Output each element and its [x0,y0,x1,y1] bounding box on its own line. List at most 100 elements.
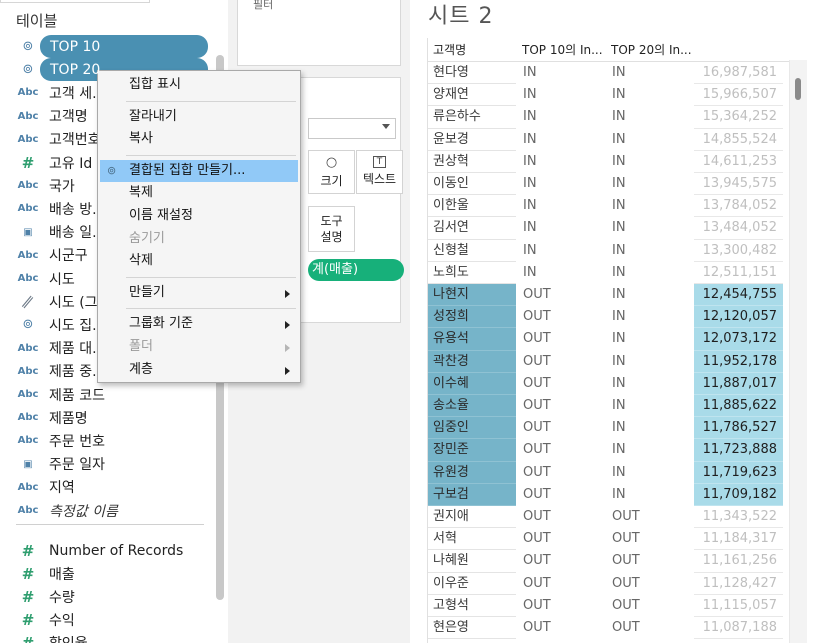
sales-value-cell[interactable]: 11,887,017 [694,372,783,395]
table-row[interactable]: 나혜원 OUT OUT 11,161,256 [428,550,794,573]
customer-name-cell[interactable]: 나현지 [428,284,516,307]
sales-value-cell[interactable]: 15,364,252 [694,106,783,129]
table-row[interactable]: 이우준 OUT OUT 11,128,427 [428,573,794,595]
top10-cell[interactable]: OUT [516,417,605,439]
mark-type-dropdown[interactable] [308,118,396,139]
table-row[interactable]: 현다영 IN IN 16,987,581 [428,62,794,85]
top10-cell[interactable]: IN [516,173,605,195]
menu-item[interactable]: 그룹화 기준 [98,313,300,335]
top20-cell[interactable]: IN [605,240,694,262]
table-row[interactable]: 나현지 OUT IN 12,454,755 [428,284,794,307]
sales-value-cell[interactable]: 12,073,172 [694,328,783,351]
column-header-top10[interactable]: TOP 10의 In... [522,38,604,61]
customer-name-cell[interactable]: 양재연 [428,84,516,107]
customer-name-cell[interactable]: 노희도 [428,262,516,284]
field-item[interactable]: Abc 지역 [0,476,210,499]
sales-value-cell[interactable]: 15,966,507 [694,84,783,107]
table-row[interactable]: 김서연 IN IN 13,484,052 [428,217,794,240]
top10-cell[interactable]: OUT [516,306,605,328]
top20-cell[interactable]: IN [605,173,694,195]
table-row[interactable]: 고형석 OUT OUT 11,115,057 [428,595,794,617]
top10-cell[interactable]: OUT [516,439,605,461]
top10-cell[interactable]: OUT [516,328,605,350]
customer-name-cell[interactable]: 성정희 [428,306,516,329]
sales-value-cell[interactable]: 11,087,188 [694,617,783,640]
top10-cell[interactable]: IN [516,106,605,128]
table-row[interactable]: 권상혁 IN IN 14,611,253 [428,151,794,173]
customer-name-cell[interactable]: 이수혜 [428,372,516,395]
top20-cell[interactable]: IN [605,306,694,328]
sales-value-cell[interactable]: 12,511,151 [694,262,783,284]
top20-cell[interactable]: IN [605,484,694,506]
table-row[interactable]: 윤보경 IN IN 14,855,524 [428,129,794,151]
tooltip-button[interactable]: 도구 설명 [308,206,355,252]
top10-cell[interactable]: OUT [516,573,605,595]
menu-item[interactable]: 복사 [98,128,300,150]
field-item[interactable]: Abc 제품 코드 [0,383,210,406]
top10-cell[interactable]: OUT [516,617,605,639]
scrollbar-thumb[interactable] [795,78,801,100]
sheet-scrollbar[interactable] [789,60,807,643]
field-item[interactable]: ▣ 주문 일자 [0,453,210,476]
sales-value-cell[interactable]: 12,454,755 [694,284,783,307]
top20-cell[interactable]: IN [605,84,694,106]
table-row[interactable]: 임중인 OUT IN 11,786,527 [428,417,794,440]
menu-item[interactable]: ⊚ 결합된 집합 만들기... [100,159,298,182]
customer-name-cell[interactable]: 현은영 [428,617,516,640]
filters-card[interactable]: 필터 [237,0,401,66]
top20-cell[interactable]: IN [605,351,694,373]
table-row[interactable]: 유용석 OUT IN 12,073,172 [428,328,794,351]
customer-name-cell[interactable]: 장민준 [428,439,516,462]
top20-cell[interactable]: IN [605,217,694,239]
sales-value-cell[interactable]: 13,484,052 [694,217,783,240]
top20-cell[interactable]: IN [605,106,694,128]
top10-cell[interactable]: OUT [516,595,605,617]
sales-value-cell[interactable]: 11,343,522 [694,506,783,529]
top10-cell[interactable]: OUT [516,395,605,417]
measure-item[interactable]: # Number of Records [0,539,210,562]
customer-name-cell[interactable]: 곽찬경 [428,350,516,373]
size-button[interactable]: ○ 크기 [308,150,355,194]
top20-cell[interactable]: IN [605,439,694,461]
menu-item[interactable]: 삭제 [98,250,300,272]
sales-value-cell[interactable]: 14,611,253 [694,151,783,173]
table-row[interactable]: 신형철 IN IN 13,300,482 [428,240,794,262]
top20-cell[interactable]: IN [605,62,694,84]
customer-name-cell[interactable]: 유용석 [428,328,516,351]
field-item[interactable]: Abc 주문 번호 [0,429,210,452]
sales-value-cell[interactable]: 13,945,575 [694,173,783,196]
sales-value-cell[interactable]: 14,855,524 [694,129,783,151]
top10-cell[interactable]: OUT [516,528,605,550]
menu-item[interactable]: 계층 [98,359,300,381]
top10-cell[interactable]: IN [516,240,605,262]
sales-value-cell[interactable]: 11,719,623 [694,461,783,484]
table-row[interactable]: 성정희 OUT IN 12,120,057 [428,306,794,329]
sales-value-cell[interactable]: 11,952,178 [694,350,783,373]
top10-cell[interactable]: IN [516,262,605,284]
field-item[interactable]: Abc 측정값 이름 [0,499,210,522]
top10-cell[interactable]: OUT [516,506,605,528]
top20-cell[interactable]: IN [605,262,694,284]
sales-value-cell[interactable]: 11,709,182 [694,483,783,506]
measure-pill[interactable]: 계(매출) [308,259,404,281]
customer-name-cell[interactable]: 권지애 [428,506,516,529]
top20-cell[interactable]: IN [605,395,694,417]
top10-cell[interactable]: IN [516,62,605,84]
menu-item[interactable]: 복제 [98,182,300,204]
measure-item[interactable]: # 매출 [0,562,210,585]
field-item[interactable]: ⊚ TOP 10 [0,35,210,58]
table-row[interactable]: 류은하수 IN IN 15,364,252 [428,106,794,129]
customer-name-cell[interactable]: 서혁 [428,528,516,551]
top10-cell[interactable]: OUT [516,284,605,306]
top10-cell[interactable]: IN [516,217,605,239]
sales-value-cell[interactable]: 11,885,622 [694,395,783,418]
customer-name-cell[interactable]: 이우준 [428,573,516,595]
customer-name-cell[interactable]: 현다영 [428,62,516,85]
table-row[interactable]: 양재연 IN IN 15,966,507 [428,84,794,107]
customer-name-cell[interactable]: 윤보경 [428,129,516,151]
top10-cell[interactable]: IN [516,151,605,173]
table-row[interactable]: 서혁 OUT OUT 11,184,317 [428,528,794,551]
customer-name-cell[interactable]: 류은하수 [428,106,516,129]
text-label-button[interactable]: T 텍스트 [356,150,403,194]
sales-value-cell[interactable]: 12,120,057 [694,306,783,329]
